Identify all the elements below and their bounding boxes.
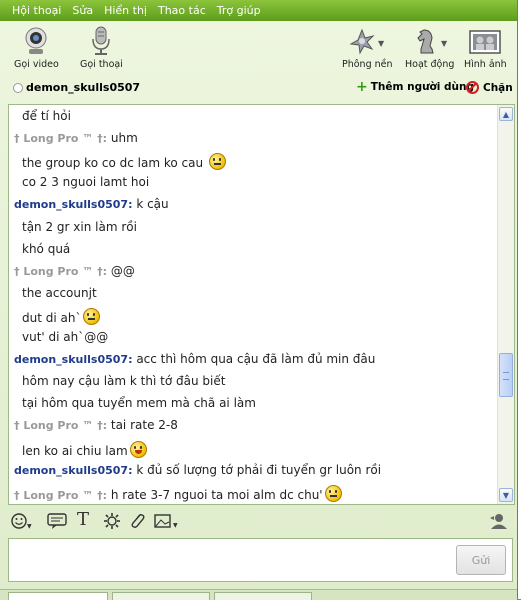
microphone-icon [89,24,113,58]
message-row: vut' di ah`@@ [22,330,108,344]
scroll-up-icon[interactable]: ▲ [499,107,513,121]
message-text: @@ [110,263,135,278]
message-row: the group ko co dc lam ko cau [22,153,226,171]
send-button[interactable]: Gửi [456,545,506,575]
message-text: uhm [110,131,138,146]
message-row: † Long Pro ™ †: tai rate 2-8 [14,418,178,432]
conversation-tabs [0,589,517,600]
video-call-button[interactable]: Gọi video [14,24,59,74]
message-text: k cậu [136,197,169,212]
block-label: Chặn [483,81,513,94]
message-text: the group ko co dc lam ko cau [22,156,207,171]
message-row: dut di ah` [22,307,101,325]
message-text: k đủ số lượng tớ phải đi tuyển gr luôn r… [136,462,382,477]
settings-icon[interactable] [102,512,122,534]
sender-name: demon_skulls0507: [14,353,133,367]
add-user-label: Thêm người dùng [370,81,475,93]
message-history[interactable]: để tí hỏi † Long Pro ™ †: uhm the group ko… [8,104,515,505]
message-row: † Long Pro ™ †: h rate 3-7 nguoi ta moi … [14,484,342,502]
message-text: để tí hỏi [22,109,71,123]
smile-emoticon-icon [324,484,342,502]
emoticon-icon[interactable]: ▼ [11,512,33,534]
voice-call-label: Gọi thoại [80,59,123,70]
contact-bar: demon_skulls0507 + Thêm người dùng Chặn [0,78,517,98]
message-text: tai rate 2-8 [110,418,178,433]
menu-item[interactable]: Hiển thị [104,4,147,17]
video-call-label: Gọi video [14,59,59,70]
block-button[interactable]: Chặn [466,81,513,94]
contact-icon[interactable] [488,512,510,534]
svg-text:▼: ▼ [378,39,385,48]
webcam-icon [22,24,50,58]
sender-name: † Long Pro ™ †: [14,488,108,502]
contact-name[interactable]: demon_skulls0507 [26,81,140,94]
attach-icon[interactable] [128,512,146,534]
menu-item[interactable]: Hội thoại [12,4,61,17]
message-text: khó quá [22,241,71,256]
menu-item[interactable]: Sửa [72,4,93,17]
images-label: Hình ảnh [464,59,507,70]
message-row: tại hôm qua tuyển mem mà chã ai làm [22,396,256,410]
block-icon [466,81,479,94]
message-row: demon_skulls0507: acc thì hôm qua cậu đã… [14,352,375,366]
voice-call-button[interactable]: Gọi thoại [80,24,123,74]
sender-name: † Long Pro ™ †: [14,264,108,278]
image-icon[interactable]: ▼ [153,512,181,534]
message-text: tận 2 gr xin làm rồi [22,219,137,234]
message-text: h rate 3-7 nguoi ta moi alm dc chu' [110,487,323,502]
message-text: acc thì hôm qua cậu đã làm đủ min đâu [136,352,376,367]
text-format-icon[interactable]: T [77,509,89,530]
message-row: the accounjt [22,286,97,300]
add-user-button[interactable]: + Thêm người dùng [356,79,475,95]
format-toolbar: ▼ T ▼ [8,508,513,534]
message-text: tại hôm qua tuyển mem mà chã ai làm [22,396,256,411]
flower-icon: ▼ [348,24,386,58]
vertical-scrollbar[interactable]: ▲ ▼ [497,105,514,504]
svg-text:▼: ▼ [441,39,448,48]
menu-item[interactable]: Trợ giúp [217,4,261,17]
smile-emoticon-icon [83,307,101,325]
activities-button[interactable]: ▼ Hoạt động [405,24,454,74]
message-text: the accounjt [22,285,97,300]
smile-emoticon-icon [208,153,226,171]
background-button[interactable]: ▼ Phông nền [342,24,393,74]
message-row: demon_skulls0507: k đủ số lượng tớ phải … [14,463,381,477]
message-row: tận 2 gr xin làm rồi [22,220,137,234]
sender-name: † Long Pro ™ †: [14,132,108,146]
chess-knight-icon: ▼ [411,24,449,58]
message-row: † Long Pro ™ †: @@ [14,264,135,278]
svg-text:▼: ▼ [27,523,32,530]
chat-window: Hội thoại Sửa Hiển thị Thao tác Trợ giúp Gọi… [0,0,518,600]
message-text: hôm nay cậu làm k thì tớ đâu biết [22,374,226,389]
sender-name: demon_skulls0507: [14,198,133,212]
photo-icon [468,24,502,58]
plus-icon: + [356,79,368,95]
scroll-down-icon[interactable]: ▼ [499,488,513,502]
message-text: co 2 3 nguoi lamt hoi [22,175,150,190]
menu-item[interactable]: Thao tác [158,4,206,17]
message-text: dut di ah` [22,310,82,325]
message-row: co 2 3 nguoi lamt hoi [22,175,149,189]
svg-text:▼: ▼ [173,522,178,529]
message-input[interactable] [8,538,513,582]
message-row: hôm nay cậu làm k thì tớ đâu biết [22,374,225,388]
message-text: len ko ai chiu lam [22,443,128,458]
message-text: vut' di ah`@@ [22,330,109,344]
message-row: len ko ai chiu lam [22,440,147,458]
message-style-icon[interactable] [46,512,68,534]
menu-bar: Hội thoại Sửa Hiển thị Thao tác Trợ giúp [0,0,517,21]
images-button[interactable]: Hình ảnh [464,24,507,74]
scroll-thumb[interactable] [499,353,513,398]
background-label: Phông nền [342,59,393,70]
status-icon [13,83,23,93]
message-row: demon_skulls0507: k cậu [14,197,169,211]
message-row: để tí hỏi [22,109,71,123]
message-row: † Long Pro ™ †: uhm [14,131,138,145]
sender-name: demon_skulls0507: [14,463,133,477]
laugh-emoticon-icon [129,440,147,458]
sender-name: † Long Pro ™ †: [14,419,108,433]
message-row: khó quá [22,242,70,256]
activities-label: Hoạt động [405,59,455,70]
